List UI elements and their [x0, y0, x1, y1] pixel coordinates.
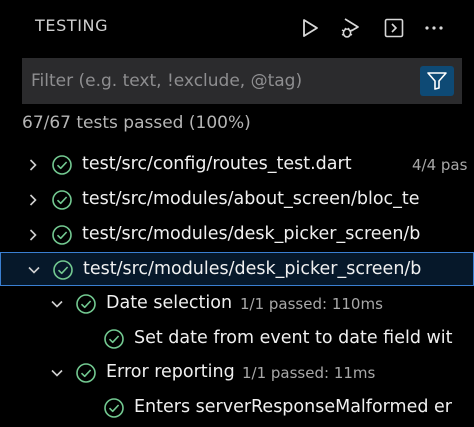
test-summary: 67/67 tests passed (100%): [22, 113, 251, 133]
chevron-right-icon[interactable]: [24, 226, 42, 244]
chevron-down-icon[interactable]: [48, 295, 66, 313]
passed-check-icon: [52, 259, 74, 281]
filter-box: [22, 58, 462, 104]
chevron-right-icon[interactable]: [24, 191, 42, 209]
chevron-down-icon[interactable]: [48, 364, 66, 382]
passed-check-icon: [51, 189, 73, 211]
test-item-label: test/src/config/routes_test.dart: [82, 154, 352, 174]
test-case-row[interactable]: Set date from event to date field wit: [0, 322, 474, 356]
test-file-row[interactable]: test/src/config/routes_test.dart 4/4 pas: [0, 148, 474, 182]
more-actions-icon[interactable]: [420, 14, 448, 42]
test-result-meta: 1/1 passed: 110ms: [240, 295, 383, 313]
passed-check-icon: [51, 224, 73, 246]
test-item-label: Date selection: [106, 293, 233, 313]
test-group-row[interactable]: Date selection 1/1 passed: 110ms: [0, 287, 474, 321]
passed-check-icon: [75, 362, 97, 384]
test-result-meta: 1/1 passed: 11ms: [242, 364, 376, 382]
test-item-label: test/src/modules/desk_picker_screen/b: [83, 259, 422, 279]
passed-check-icon: [103, 397, 125, 419]
funnel-icon[interactable]: [420, 66, 454, 96]
filter-input[interactable]: [22, 58, 412, 104]
test-file-row[interactable]: test/src/modules/desk_picker_screen/b: [0, 218, 474, 252]
test-item-label: Enters serverResponseMalformed er: [134, 397, 452, 417]
passed-check-icon: [103, 328, 125, 350]
test-item-label: Error reporting: [106, 362, 235, 382]
show-output-icon[interactable]: [380, 14, 408, 42]
test-group-row[interactable]: Error reporting 1/1 passed: 11ms: [0, 356, 474, 390]
test-result-meta: 4/4 pas: [412, 156, 468, 174]
passed-check-icon: [51, 154, 73, 176]
passed-check-icon: [75, 293, 97, 315]
panel-header: TESTING: [0, 0, 474, 56]
test-item-label: test/src/modules/desk_picker_screen/b: [82, 224, 421, 244]
chevron-down-icon[interactable]: [25, 261, 43, 279]
chevron-right-icon[interactable]: [24, 156, 42, 174]
testing-panel: TESTING Filter (e.g. text, !exclude, @ta…: [0, 0, 474, 427]
test-file-row[interactable]: test/src/modules/about_screen/bloc_te: [0, 183, 474, 217]
debug-tests-icon[interactable]: [336, 14, 364, 42]
panel-title: TESTING: [35, 16, 109, 35]
test-item-label: Set date from event to date field wit: [134, 328, 453, 348]
test-case-row[interactable]: Enters serverResponseMalformed er: [0, 391, 474, 425]
test-item-label: test/src/modules/about_screen/bloc_te: [82, 189, 420, 209]
test-file-row[interactable]: test/src/modules/desk_picker_screen/b: [0, 252, 474, 286]
run-tests-icon[interactable]: [296, 14, 324, 42]
